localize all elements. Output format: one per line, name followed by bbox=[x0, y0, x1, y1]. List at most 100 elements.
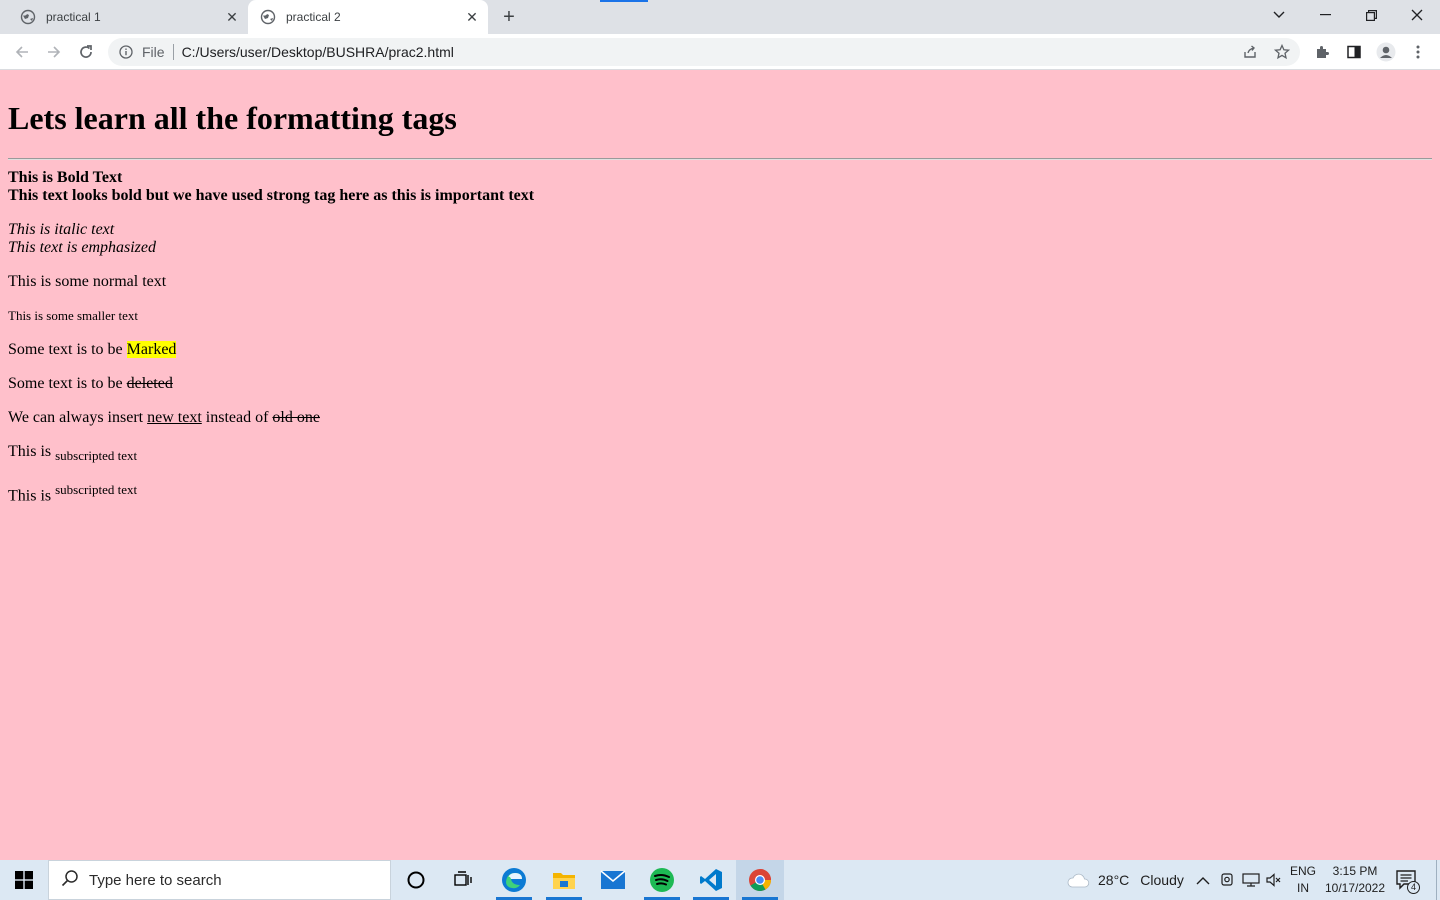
inserted-prefix: We can always insert bbox=[8, 409, 148, 426]
clock-date: 10/17/2022 bbox=[1324, 881, 1386, 895]
volume-muted-icon[interactable] bbox=[1265, 860, 1281, 900]
cortana-icon[interactable] bbox=[392, 860, 440, 900]
arrow-right-icon bbox=[48, 46, 61, 58]
new-tab-button[interactable]: + bbox=[497, 5, 521, 29]
cloud-icon bbox=[1067, 873, 1090, 888]
share-button[interactable] bbox=[1236, 38, 1264, 66]
puzzle-icon bbox=[1317, 46, 1329, 58]
show-hidden-icons[interactable] bbox=[1196, 860, 1210, 900]
reload-button[interactable] bbox=[72, 38, 100, 66]
windows-taskbar: Type here to search 28°C Cloudy ENG IN 3… bbox=[0, 860, 1440, 900]
restore-icon bbox=[1365, 9, 1377, 21]
show-desktop-button[interactable] bbox=[1436, 860, 1437, 900]
minimize-button[interactable] bbox=[1302, 0, 1348, 30]
scheme-label: File bbox=[142, 44, 165, 60]
chrome-icon[interactable] bbox=[736, 860, 784, 900]
tab-practical-1[interactable]: practical 1 ✕ bbox=[8, 0, 248, 34]
weather-temp: 28°C bbox=[1098, 872, 1130, 888]
inserted-paragraph: We can always insert new text instead of… bbox=[8, 409, 1432, 427]
weather-condition: Cloudy bbox=[1140, 872, 1184, 888]
tab-search-button[interactable] bbox=[1256, 0, 1302, 30]
arrow-left-icon bbox=[15, 46, 28, 58]
reload-icon bbox=[80, 45, 92, 58]
spotify-icon[interactable] bbox=[638, 860, 686, 900]
taskbar-search-box[interactable]: Type here to search bbox=[48, 860, 391, 900]
star-icon bbox=[1274, 44, 1290, 60]
url-text[interactable]: C:/Users/user/Desktop/BUSHRA/prac2.html bbox=[182, 44, 454, 60]
edge-icon[interactable] bbox=[490, 860, 538, 900]
vscode-icon[interactable] bbox=[687, 860, 735, 900]
windows-logo-icon bbox=[15, 871, 33, 889]
close-icon bbox=[1411, 9, 1423, 21]
mark-prefix: Some text is to be bbox=[8, 341, 127, 358]
avatar-icon bbox=[1376, 42, 1396, 62]
italic-paragraph: This is italic text This text is emphasi… bbox=[8, 221, 1432, 257]
emphasized-text: This text is emphasized bbox=[8, 239, 156, 256]
language-line-1: ENG bbox=[1290, 864, 1317, 878]
subscript-prefix: This is bbox=[8, 443, 56, 460]
tab-practical-2[interactable]: practical 2 ✕ bbox=[248, 0, 488, 34]
language-line-2: IN bbox=[1297, 881, 1309, 895]
profile-button[interactable] bbox=[1372, 38, 1400, 66]
deleted-text: deleted bbox=[126, 375, 173, 392]
minimize-icon bbox=[1319, 14, 1331, 16]
tab-strip: practical 1 ✕ practical 2 ✕ + bbox=[0, 0, 1440, 34]
page-heading: Lets learn all the formatting tags bbox=[8, 100, 457, 136]
horizontal-rule bbox=[8, 158, 1432, 160]
page-content: Lets learn all the formatting tags This … bbox=[0, 70, 1440, 860]
globe-icon bbox=[20, 9, 36, 25]
menu-button[interactable] bbox=[1404, 38, 1432, 66]
network-icon[interactable] bbox=[1242, 860, 1260, 900]
browser-toolbar: File C:/Users/user/Desktop/BUSHRA/prac2.… bbox=[0, 34, 1440, 70]
tab-title: practical 2 bbox=[286, 10, 341, 24]
clock[interactable]: 3:15 PM 10/17/2022 bbox=[1322, 860, 1388, 900]
bold-text: This is Bold Text bbox=[8, 169, 123, 186]
deleted-prefix: Some text is to be bbox=[8, 375, 127, 392]
bold-paragraph: This is Bold Text This text looks bold b… bbox=[8, 169, 1432, 205]
tab-title: practical 1 bbox=[46, 10, 101, 24]
superscript-prefix: This is bbox=[8, 487, 56, 505]
back-button[interactable] bbox=[8, 38, 36, 66]
chevron-up-icon bbox=[1196, 876, 1210, 884]
weather-widget[interactable]: 28°C Cloudy bbox=[1066, 860, 1184, 900]
deleted-paragraph: Some text is to be deleted bbox=[8, 375, 1432, 393]
inserted-middle: instead of bbox=[201, 409, 273, 426]
restore-button[interactable] bbox=[1348, 0, 1394, 30]
chevron-down-icon bbox=[1273, 11, 1285, 18]
normal-paragraph: This is some normal text bbox=[8, 273, 167, 290]
small-paragraph: This is some smaller text bbox=[8, 307, 1432, 325]
close-icon[interactable]: ✕ bbox=[222, 7, 242, 27]
mail-icon[interactable] bbox=[589, 860, 637, 900]
search-placeholder: Type here to search bbox=[89, 871, 222, 889]
notification-count: 4 bbox=[1407, 881, 1420, 894]
address-divider bbox=[172, 44, 174, 60]
language-indicator[interactable]: ENG IN bbox=[1290, 860, 1320, 900]
task-view-icon[interactable] bbox=[440, 860, 488, 900]
meet-now-icon[interactable] bbox=[1219, 860, 1235, 900]
old-text: old one bbox=[272, 409, 320, 426]
forward-button[interactable] bbox=[40, 38, 68, 66]
italic-text: This is italic text bbox=[8, 221, 115, 238]
address-bar[interactable]: File C:/Users/user/Desktop/BUSHRA/prac2.… bbox=[108, 38, 1300, 66]
start-button[interactable] bbox=[0, 860, 48, 900]
inserted-text: new text bbox=[147, 409, 202, 426]
bookmark-button[interactable] bbox=[1268, 38, 1296, 66]
superscript-paragraph: This is subscripted text bbox=[8, 481, 1432, 505]
notification-center[interactable]: 4 bbox=[1396, 860, 1422, 900]
side-panel-button[interactable] bbox=[1340, 38, 1368, 66]
small-text: This is some smaller text bbox=[8, 308, 138, 323]
window-accent-strip bbox=[600, 0, 648, 2]
subscript-text: subscripted text bbox=[55, 448, 138, 464]
window-close-button[interactable] bbox=[1394, 0, 1440, 30]
info-icon[interactable] bbox=[118, 44, 134, 60]
more-vertical-icon bbox=[1416, 45, 1420, 59]
marked-text: Marked bbox=[126, 341, 177, 358]
extensions-button[interactable] bbox=[1308, 38, 1336, 66]
close-icon[interactable]: ✕ bbox=[462, 7, 482, 27]
superscript-text: subscripted text bbox=[55, 482, 138, 498]
mark-paragraph: Some text is to be Marked bbox=[8, 341, 1432, 359]
file-explorer-icon[interactable] bbox=[540, 860, 588, 900]
side-panel-icon bbox=[1347, 45, 1361, 59]
strong-text: This text looks bold but we have used st… bbox=[8, 187, 535, 204]
share-icon bbox=[1244, 45, 1256, 58]
